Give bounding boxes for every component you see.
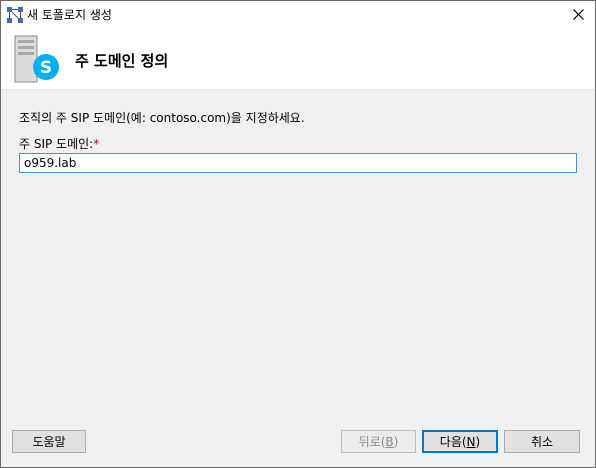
title-bar: 새 토폴로지 생성 xyxy=(1,1,595,28)
close-button[interactable] xyxy=(561,1,595,28)
wizard-content: 조직의 주 SIP 도메인(예: contoso.com)을 지정하세요. 주 … xyxy=(1,90,595,420)
sip-domain-input[interactable] xyxy=(19,153,577,173)
svg-text:S: S xyxy=(40,58,52,78)
cancel-button[interactable]: 취소 xyxy=(504,430,580,453)
close-icon xyxy=(572,9,584,20)
back-label-end: ) xyxy=(393,434,399,449)
topology-builder-icon xyxy=(7,7,23,23)
window-title: 새 토폴로지 생성 xyxy=(27,8,112,22)
required-marker: * xyxy=(93,137,100,151)
next-accesskey: N xyxy=(466,434,476,449)
new-topology-dialog: 새 토폴로지 생성 S 주 도메인 정의 조직의 주 SIP 도메인(예: co… xyxy=(0,0,596,468)
help-button[interactable]: 도움말 xyxy=(12,430,86,453)
next-label: 다음( xyxy=(439,435,467,449)
wizard-header: S 주 도메인 정의 xyxy=(1,28,595,90)
page-title: 주 도메인 정의 xyxy=(75,52,169,70)
back-label: 뒤로( xyxy=(358,435,386,449)
domain-field-label: 주 SIP 도메인:* xyxy=(19,135,99,152)
skype-server-icon: S xyxy=(14,35,59,83)
domain-label-text: 주 SIP 도메인: xyxy=(19,137,94,151)
back-button[interactable]: 뒤로(B) xyxy=(341,430,416,453)
next-button[interactable]: 다음(N) xyxy=(422,430,498,453)
back-accesskey: B xyxy=(385,434,394,449)
description-text: 조직의 주 SIP 도메인(예: contoso.com)을 지정하세요. xyxy=(19,111,305,125)
next-label-end: ) xyxy=(475,434,481,449)
